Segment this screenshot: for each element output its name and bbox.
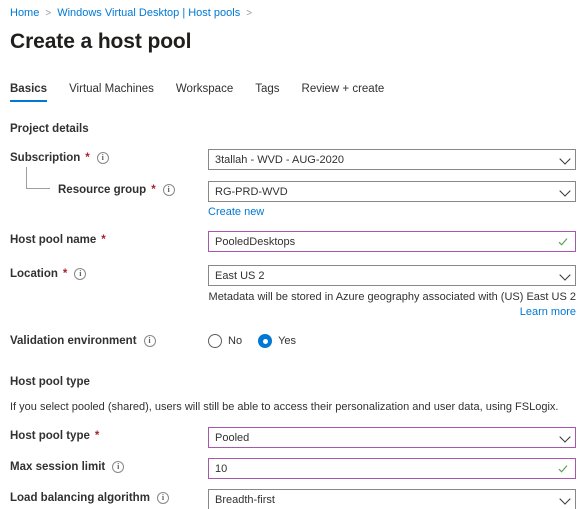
- max-session-limit-input[interactable]: [215, 459, 553, 478]
- label-validation-environment-text: Validation environment: [10, 335, 137, 347]
- host-pool-name-input[interactable]: [215, 232, 553, 251]
- learn-more-link[interactable]: Learn more: [208, 305, 576, 320]
- label-resource-group-text: Resource group: [58, 184, 147, 196]
- required-asterisk: *: [62, 268, 68, 280]
- field-row-location: Location * i East US 2 Metadata will be …: [10, 265, 576, 320]
- field-max-session-limit: [208, 458, 576, 479]
- host-pool-name-input-wrap[interactable]: [208, 231, 576, 252]
- field-row-load-balancing-algorithm: Load balancing algorithm i Breadth-first: [10, 489, 576, 509]
- max-session-limit-input-wrap[interactable]: [208, 458, 576, 479]
- field-row-validation-environment: Validation environment i No Yes: [10, 332, 576, 348]
- info-icon[interactable]: i: [143, 335, 156, 347]
- chevron-down-icon: [559, 492, 571, 505]
- breadcrumb-item-host-pools[interactable]: Windows Virtual Desktop | Host pools: [57, 7, 240, 19]
- host-pool-type-description: If you select pooled (shared), users wil…: [10, 401, 559, 413]
- label-resource-group: Resource group * i: [10, 181, 208, 196]
- field-load-balancing-algorithm: Breadth-first: [208, 489, 576, 509]
- load-balancing-algorithm-value: Breadth-first: [215, 493, 275, 506]
- resource-group-dropdown[interactable]: RG-PRD-WVD: [208, 181, 576, 202]
- host-pool-type-dropdown[interactable]: Pooled: [208, 427, 576, 448]
- breadcrumb: Home > Windows Virtual Desktop | Host po…: [8, 4, 576, 22]
- radio-validation-no-label: No: [228, 335, 243, 347]
- resource-group-value: RG-PRD-WVD: [215, 185, 288, 198]
- field-resource-group: RG-PRD-WVD Create new: [208, 181, 576, 218]
- validation-environment-radio-group: No Yes: [208, 332, 576, 348]
- label-max-session-limit: Max session limit i: [10, 458, 208, 473]
- tab-basics[interactable]: Basics: [10, 83, 48, 102]
- chevron-down-icon: [559, 268, 571, 281]
- tab-virtual-machines[interactable]: Virtual Machines: [69, 83, 154, 102]
- required-asterisk: *: [85, 152, 90, 164]
- radio-mark-icon: [258, 334, 273, 348]
- chevron-down-icon: [559, 152, 571, 165]
- required-asterisk: *: [94, 430, 100, 442]
- chevron-down-icon: [559, 430, 571, 443]
- valid-check-icon: [558, 464, 568, 474]
- required-asterisk: *: [151, 184, 156, 196]
- label-validation-environment: Validation environment i: [10, 332, 208, 347]
- tab-review-create[interactable]: Review + create: [302, 83, 385, 102]
- breadcrumb-separator: >: [246, 7, 253, 19]
- field-row-resource-group: Resource group * i RG-PRD-WVD Create new: [10, 167, 576, 218]
- field-row-host-pool-name: Host pool name *: [10, 231, 576, 252]
- host-pool-type-value: Pooled: [215, 431, 250, 444]
- field-location: East US 2 Metadata will be stored in Azu…: [208, 265, 576, 320]
- valid-check-icon: [558, 237, 568, 247]
- breadcrumb-item-home[interactable]: Home: [10, 7, 39, 19]
- tab-tags[interactable]: Tags: [255, 83, 279, 102]
- label-host-pool-name: Host pool name *: [10, 231, 208, 246]
- info-icon[interactable]: i: [74, 268, 87, 280]
- tab-workspace[interactable]: Workspace: [176, 83, 233, 102]
- field-row-host-pool-type: Host pool type * Pooled: [10, 427, 576, 448]
- field-host-pool-name: [208, 231, 576, 252]
- chevron-down-icon: [559, 184, 571, 197]
- section-heading-host-pool-type: Host pool type: [10, 376, 90, 388]
- location-hint-text: Metadata will be stored in Azure geograp…: [208, 291, 576, 303]
- location-hint: Metadata will be stored in Azure geograp…: [208, 290, 576, 320]
- label-subscription-text: Subscription: [10, 152, 81, 164]
- load-balancing-algorithm-dropdown[interactable]: Breadth-first: [208, 489, 576, 509]
- create-host-pool-page: Home > Windows Virtual Desktop | Host po…: [0, 4, 584, 509]
- tab-bar: Basics Virtual Machines Workspace Tags R…: [8, 78, 576, 102]
- label-location-text: Location: [10, 268, 58, 280]
- radio-mark-icon: [208, 334, 222, 348]
- field-row-max-session-limit: Max session limit i: [10, 458, 576, 479]
- label-load-balancing-algorithm: Load balancing algorithm i: [10, 489, 208, 504]
- field-subscription: 3tallah - WVD - AUG-2020: [208, 149, 576, 170]
- field-host-pool-type: Pooled: [208, 427, 576, 448]
- info-icon[interactable]: i: [112, 461, 125, 473]
- page-title: Create a host pool: [10, 30, 192, 53]
- create-new-resource-group-link[interactable]: Create new: [208, 206, 264, 218]
- label-max-session-limit-text: Max session limit: [10, 461, 106, 473]
- field-validation-environment: No Yes: [208, 332, 576, 348]
- info-icon[interactable]: i: [162, 184, 175, 196]
- required-asterisk: *: [101, 234, 106, 246]
- label-load-balancing-algorithm-text: Load balancing algorithm: [10, 492, 150, 504]
- label-location: Location * i: [10, 265, 208, 280]
- field-row-subscription: Subscription * i 3tallah - WVD - AUG-202…: [10, 149, 576, 170]
- label-host-pool-name-text: Host pool name: [10, 234, 97, 246]
- radio-validation-yes[interactable]: Yes: [258, 334, 296, 348]
- location-value: East US 2: [215, 269, 265, 282]
- subscription-value: 3tallah - WVD - AUG-2020: [215, 153, 344, 166]
- location-dropdown[interactable]: East US 2: [208, 265, 576, 286]
- section-heading-project-details: Project details: [10, 123, 89, 135]
- label-host-pool-type: Host pool type *: [10, 427, 208, 442]
- radio-validation-no[interactable]: No: [208, 334, 242, 348]
- breadcrumb-separator: >: [45, 7, 52, 19]
- info-icon[interactable]: i: [156, 492, 169, 504]
- label-subscription: Subscription * i: [10, 149, 208, 164]
- info-icon[interactable]: i: [96, 152, 109, 164]
- subscription-dropdown[interactable]: 3tallah - WVD - AUG-2020: [208, 149, 576, 170]
- label-host-pool-type-text: Host pool type: [10, 430, 90, 442]
- radio-validation-yes-label: Yes: [278, 335, 297, 347]
